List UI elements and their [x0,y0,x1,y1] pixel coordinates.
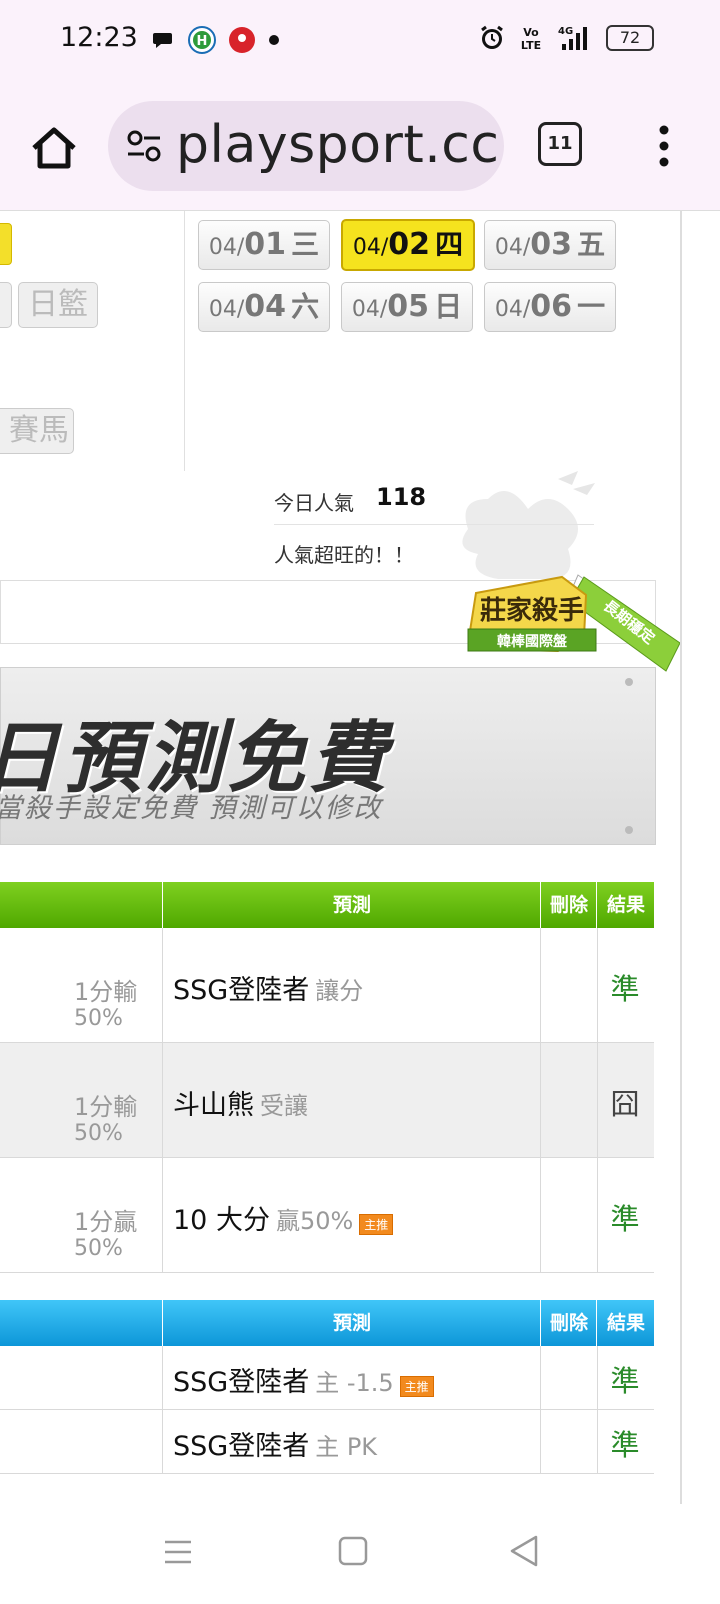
sport-button-partial[interactable] [0,282,12,328]
result-mark: 準 [610,1428,640,1462]
odds-text: 1分輸 [74,978,138,1006]
table-header: 預測 刪除 結果 [0,882,654,928]
svg-text:4G: 4G [558,26,573,37]
col-result: 結果 [596,1300,655,1346]
col-predict: 預測 [162,882,541,928]
table-row: SSG登陸者主 PK 準 [0,1410,654,1474]
delete-cell [540,928,598,1042]
col-delete: 刪除 [540,882,597,928]
pick: SSG登陸者主 -1.5 主推 [173,1360,434,1399]
bookmaker-killer-badge: 長期穩定 莊家殺手 韓棒國際盤 [467,574,680,672]
status-time: 12:23 [60,22,138,53]
tab-switcher-button[interactable]: 11 [538,122,582,166]
sport-button-horse[interactable]: 賽馬 [0,408,74,454]
table-row: 1分贏 50% 10 大分 贏50% 主推 準 [0,1158,654,1273]
recent-apps-icon[interactable] [162,1536,194,1568]
odds-pct: 50% [74,1236,123,1261]
system-navigation-bar [0,1506,720,1604]
home-nav-icon[interactable] [338,1536,368,1566]
browser-toolbar: playsport.cc 11 [0,84,720,211]
table-row: 1分輸 50% 斗山熊 受讓 囧 [0,1043,654,1158]
pick: SSG登陸者 讓分 [173,975,364,1006]
date-button-0401[interactable]: 04/01 三 [198,220,330,270]
popularity-value: 118 [376,483,427,511]
result-mark: 準 [610,972,640,1006]
more-menu-icon[interactable] [654,124,674,168]
date-button-0405[interactable]: 04/05 日 [341,282,473,332]
pick: 10 大分 贏50% 主推 [173,1198,394,1237]
table-row: 1分輸 50% SSG登陸者 讓分 準 [0,928,654,1043]
result-mark: 囧 [610,1087,640,1121]
date-button-0403[interactable]: 04/03 五 [484,220,616,270]
delete-cell [540,1410,598,1473]
svg-text:莊家殺手: 莊家殺手 [480,595,584,626]
sport-button-basketball[interactable]: 日籃 [18,282,98,328]
sport-button-active[interactable] [0,223,12,265]
divider [274,524,594,525]
site-settings-icon[interactable] [126,129,162,163]
volte-icon: VoLTE [521,26,541,52]
svg-text:LTE: LTE [521,39,541,52]
main-pick-badge: 主推 [399,1376,434,1397]
table-header: 預測 刪除 結果 [0,1300,654,1346]
signal-icon: 4G [558,26,587,50]
col-delete: 刪除 [540,1300,597,1346]
svg-text:H: H [197,34,208,49]
chat-icon [153,33,172,48]
home-icon[interactable] [26,120,82,176]
result-mark: 準 [610,1202,640,1236]
url-text: playsport.cc [176,115,500,175]
odds-pct: 50% [74,1006,123,1031]
delete-cell [540,1043,598,1157]
date-button-0402[interactable]: 04/02 四 [341,219,475,271]
result-mark: 準 [610,1364,640,1398]
delete-cell [540,1158,598,1272]
col-result: 結果 [596,882,655,928]
notification-icons: H [152,26,280,54]
col-predict: 預測 [162,1300,541,1346]
red-app-icon [229,27,255,53]
table-row: SSG登陸者主 -1.5 主推 準 [0,1346,654,1410]
pick: SSG登陸者主 PK [173,1431,378,1462]
hospital-app-icon: H [188,26,216,54]
popularity-label: 今日人氣 [274,491,354,515]
svg-text:韓棒國際盤: 韓棒國際盤 [497,633,568,650]
system-icons: Vo LTE 4G 72 [478,24,654,52]
delete-cell [540,1346,598,1409]
page-content: 日籃 賽馬 04/01 三 04/02 四 04/03 五 04/04 六 04… [0,211,682,1504]
odds-text: 1分輸 [74,1093,138,1121]
odds-pct: 50% [74,1121,123,1146]
prediction-table-spread: 預測 刪除 結果 1分輸 50% SSG登陸者 讓分 準 1分輸 50% 斗山熊受… [0,882,654,1273]
prediction-table-intl: 預測 刪除 結果 SSG登陸者主 -1.5 主推 準 SSG登陸者主 PK 準 [0,1300,654,1474]
back-icon[interactable] [508,1534,540,1568]
battery-icon: 72 [606,25,654,51]
banner-subline: 當殺手設定免費 預測可以修改 [0,793,383,824]
main-pick-badge: 主推 [359,1214,394,1235]
odds-text: 1分贏 [74,1208,138,1236]
popularity-message: 人氣超旺的！！ [274,543,414,567]
address-bar[interactable]: playsport.cc [108,101,504,191]
svg-text:Vo: Vo [523,26,539,39]
alarm-icon [481,25,503,49]
pick: 斗山熊 受讓 [173,1090,308,1121]
divider [184,211,185,471]
date-button-0404[interactable]: 04/04 六 [198,282,330,332]
date-button-0406[interactable]: 04/06 一 [484,282,616,332]
dot-icon [269,35,279,45]
status-bar: 12:23 H Vo LTE 4G 72 [0,0,720,84]
rivet-icon [625,826,633,834]
